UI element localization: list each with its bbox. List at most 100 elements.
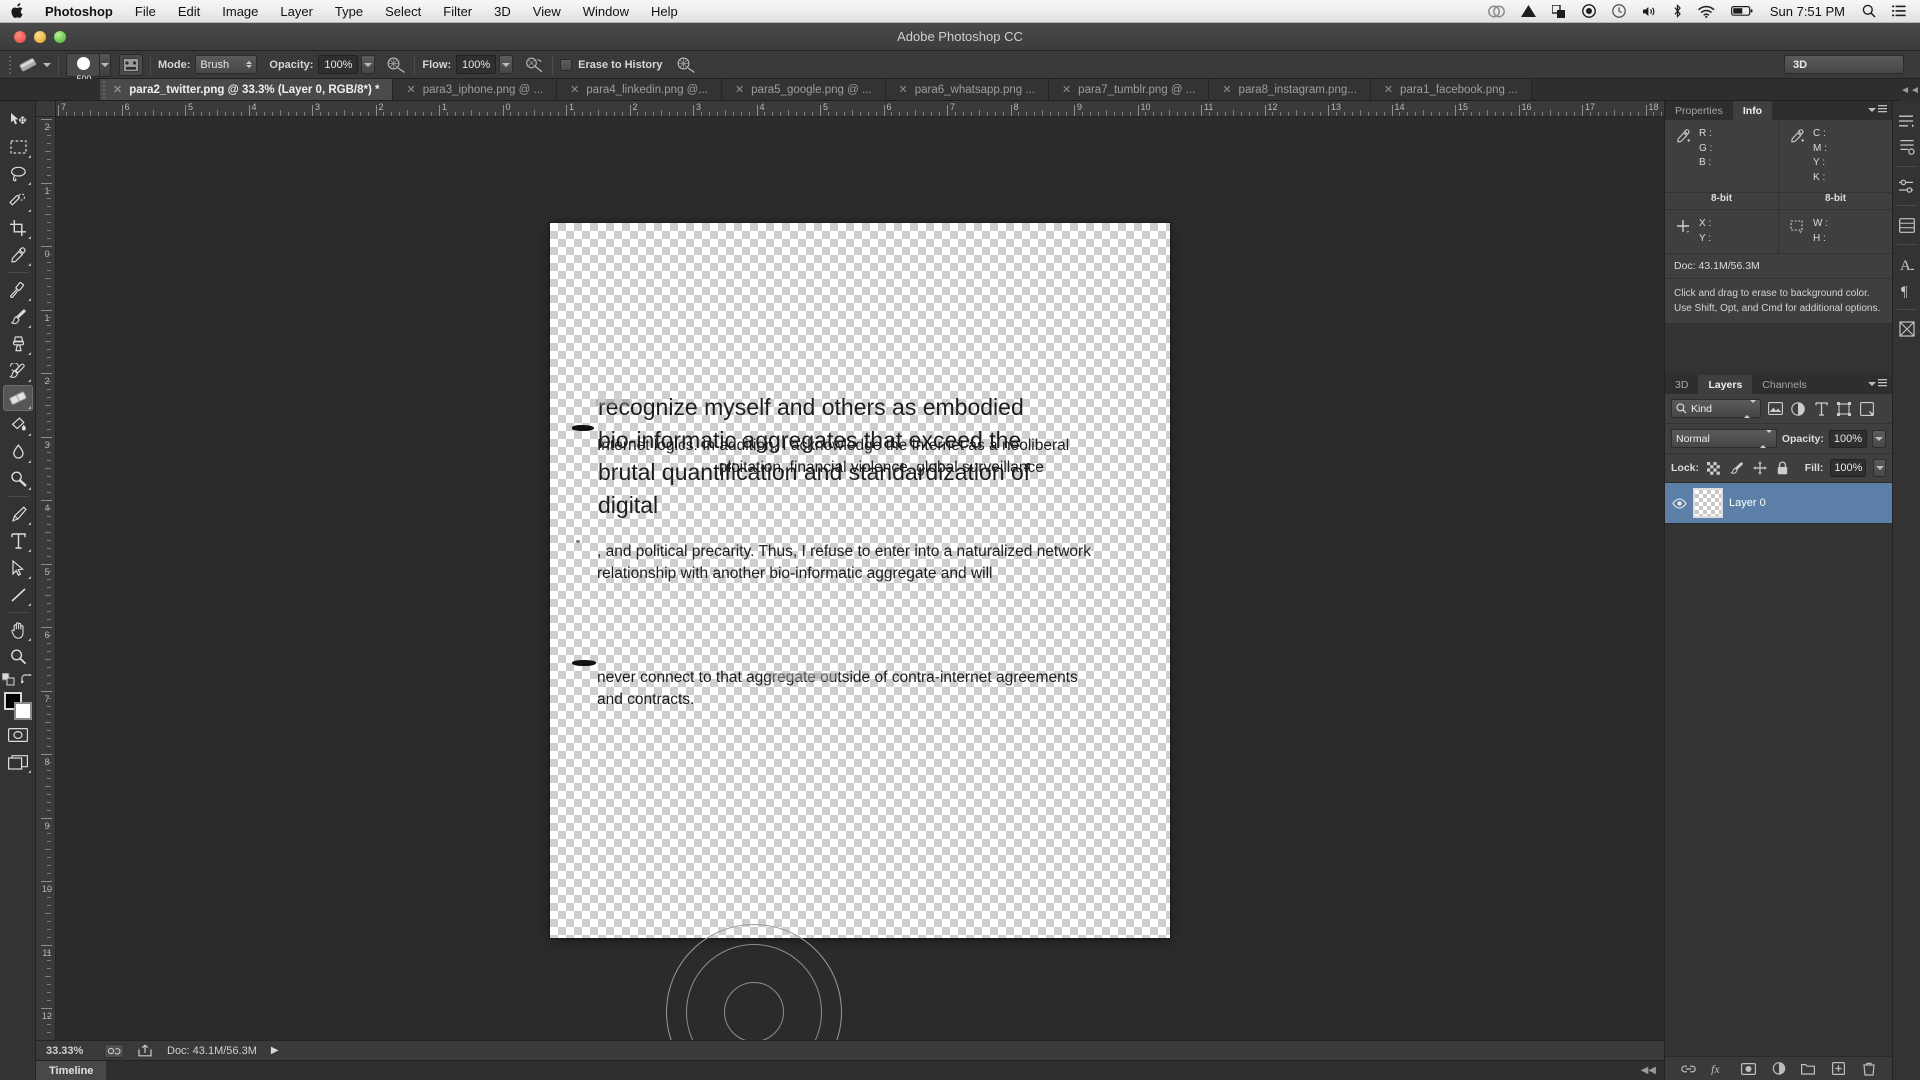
zoom-level[interactable]: 33.33% [46, 1045, 90, 1057]
crop-tool[interactable] [3, 215, 33, 241]
lasso-tool[interactable] [3, 161, 33, 187]
document-tab-para3-iphone[interactable]: ✕ para3_iphone.png @ ... [393, 79, 558, 100]
horizontal-ruler[interactable]: 7654321012345678910111213141516171819 [56, 101, 1664, 117]
search-icon[interactable] [1854, 0, 1884, 23]
layer-filter-kind-select[interactable]: Kind [1671, 399, 1761, 418]
os-menu-filter[interactable]: Filter [432, 0, 483, 23]
erase-to-history-pressure-icon[interactable] [676, 55, 698, 75]
new-layer-icon[interactable] [1831, 1061, 1847, 1077]
eraser-tool[interactable] [3, 385, 33, 411]
opacity-pressure-icon[interactable] [385, 55, 407, 75]
document-tab-para2-twitter[interactable]: ✕ para2_twitter.png @ 33.3% (Layer 0, RG… [100, 79, 394, 100]
tab-bar-grip[interactable] [98, 79, 108, 101]
blur-tool[interactable] [3, 439, 33, 465]
styles-panel-icon[interactable] [1895, 213, 1919, 237]
swap-colors-icon[interactable] [21, 673, 34, 686]
layer-mask-icon[interactable] [1741, 1061, 1757, 1077]
layer-name[interactable]: Layer 0 [1729, 497, 1766, 509]
character-panel-icon[interactable]: A [1895, 252, 1919, 276]
os-menu-select[interactable]: Select [374, 0, 432, 23]
rectangular-marquee-tool[interactable] [3, 134, 33, 160]
toggle-brush-panel-button[interactable] [119, 53, 143, 76]
lock-transparency-icon[interactable] [1706, 459, 1722, 477]
color-swatches[interactable] [3, 691, 33, 721]
brush-preset-chevron-down-icon[interactable] [100, 52, 111, 77]
spot-healing-brush-tool[interactable] [3, 277, 33, 303]
opacity-chevron-down-icon[interactable] [361, 55, 376, 74]
tab-channels[interactable]: Channels [1752, 375, 1817, 394]
adjustments-panel-icon[interactable] [1895, 174, 1919, 198]
os-menu-layer[interactable]: Layer [269, 0, 324, 23]
volume-icon[interactable] [1634, 0, 1665, 23]
eye-icon[interactable] [1671, 497, 1687, 509]
image-filter-icon[interactable] [1766, 400, 1784, 418]
document-tab-para8-instagram[interactable]: ✕ para8_instagram.png... [1209, 79, 1371, 100]
os-menu-edit[interactable]: Edit [167, 0, 211, 23]
blend-mode-select[interactable]: Normal [1671, 429, 1777, 448]
erase-to-history-checkbox[interactable] [560, 58, 573, 71]
eyedropper-tool[interactable] [3, 242, 33, 268]
history-brush-tool[interactable] [3, 358, 33, 384]
brush-preview[interactable]: 500 [66, 52, 100, 84]
google-drive-icon[interactable] [1513, 0, 1544, 23]
os-menu-file[interactable]: File [124, 0, 167, 23]
share-icon[interactable] [138, 1044, 153, 1057]
path-selection-tool[interactable] [3, 555, 33, 581]
os-menu-image[interactable]: Image [211, 0, 269, 23]
status-chevron-right-icon[interactable]: ▶ [271, 1045, 279, 1056]
move-tool[interactable] [3, 107, 33, 133]
adjustment-layer-icon[interactable] [1771, 1061, 1787, 1077]
close-icon[interactable]: ✕ [570, 83, 579, 96]
delete-layer-icon[interactable] [1861, 1061, 1877, 1077]
tab-3d[interactable]: 3D [1665, 375, 1699, 394]
lock-position-icon[interactable] [1752, 459, 1768, 477]
timeline-collapse-icon[interactable]: ◀◀ [1641, 1065, 1656, 1076]
gradient-tool[interactable] [3, 412, 33, 438]
mode-select[interactable]: Brush [195, 55, 258, 74]
actions-panel-icon[interactable] [1895, 135, 1919, 159]
bluetooth-icon[interactable] [1665, 0, 1690, 23]
os-clock[interactable]: Sun 7:51 PM [1761, 4, 1854, 19]
3d-panel-icon[interactable] [1895, 317, 1919, 341]
clone-stamp-tool[interactable] [3, 331, 33, 357]
quick-mask-button[interactable] [3, 722, 33, 748]
tab-properties[interactable]: Properties [1665, 101, 1733, 120]
close-icon[interactable]: ✕ [899, 83, 908, 96]
document-tab-para4-linkedin[interactable]: ✕ para4_linkedin.png @... [557, 79, 722, 100]
document-tab-para5-google[interactable]: ✕ para5_google.png @ ... [721, 79, 886, 100]
hand-tool[interactable] [3, 617, 33, 643]
creative-cloud-icon[interactable] [1480, 0, 1513, 23]
default-colors-icon[interactable] [2, 673, 15, 686]
airbrush-toggle-icon[interactable] [523, 55, 545, 75]
os-menu-3d[interactable]: 3D [483, 0, 522, 23]
os-menu-photoshop[interactable]: Photoshop [34, 0, 124, 23]
close-icon[interactable]: ✕ [735, 83, 744, 96]
document-tab-para7-tumblr[interactable]: ✕ para7_tumblr.png @ ... [1048, 79, 1210, 100]
document-tab-para1-facebook[interactable]: ✕ para1_facebook.png ... [1370, 79, 1532, 100]
background-color-swatch[interactable] [14, 702, 32, 720]
adjustment-filter-icon[interactable] [1789, 400, 1807, 418]
zoom-tool[interactable] [3, 644, 33, 670]
timeline-tab[interactable]: Timeline [36, 1061, 107, 1080]
close-icon[interactable]: ✕ [406, 83, 415, 96]
tab-layers[interactable]: Layers [1698, 375, 1753, 394]
os-menu-view[interactable]: View [522, 0, 572, 23]
close-icon[interactable]: ✕ [1062, 83, 1071, 96]
type-filter-icon[interactable] [1812, 400, 1830, 418]
tab-info[interactable]: Info [1732, 101, 1773, 120]
layers-panel-menu-icon[interactable] [1868, 379, 1887, 388]
options-bar-grip[interactable] [4, 54, 16, 76]
info-panel-menu-icon[interactable] [1868, 105, 1887, 114]
ruler-corner[interactable] [36, 101, 56, 117]
layer-row-layer-0[interactable]: Layer 0 [1665, 483, 1892, 524]
layer-opacity-input[interactable]: 100% [1828, 429, 1867, 448]
lock-all-icon[interactable] [1775, 459, 1791, 477]
tab-overflow-chevron-icon[interactable]: ◄◄ [1900, 79, 1920, 101]
brush-preset-picker[interactable]: 500 [66, 52, 111, 84]
shape-filter-icon[interactable] [1835, 400, 1853, 418]
close-icon[interactable]: ✕ [1222, 83, 1231, 96]
layer-fill-input[interactable]: 100% [1830, 459, 1867, 477]
opacity-input[interactable]: 100% [318, 55, 359, 74]
canvas-viewport[interactable]: recognize myself and others as embodied … [56, 117, 1664, 1040]
wifi-icon[interactable] [1690, 0, 1723, 23]
